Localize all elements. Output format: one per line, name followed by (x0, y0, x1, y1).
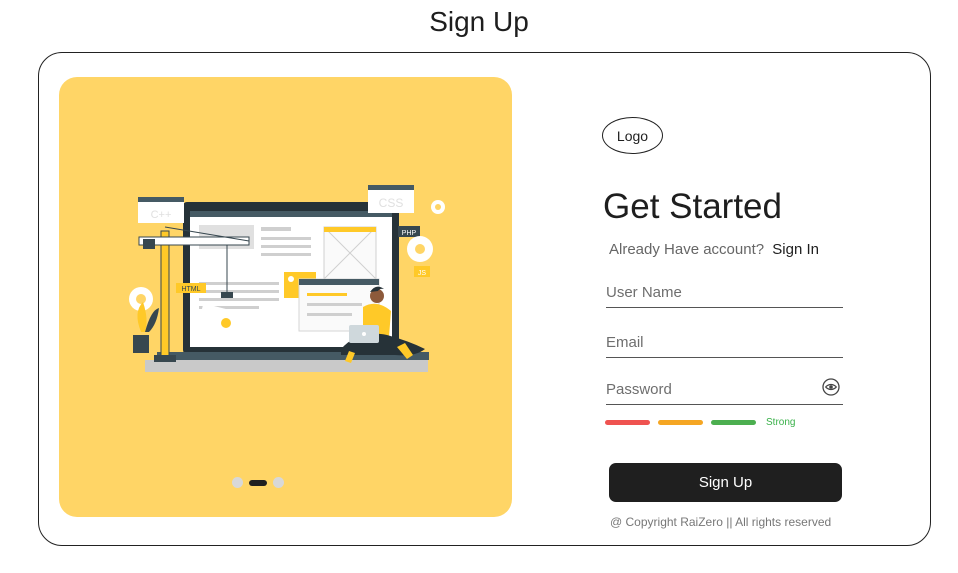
logo: Logo (602, 117, 663, 154)
strength-bar-3 (711, 420, 756, 425)
password-field (606, 375, 843, 405)
hero-panel: C++ CSS PHP HTML JS (59, 77, 512, 517)
account-prompt-text: Already Have account? (609, 241, 765, 258)
html-label: HTML (181, 286, 200, 293)
signin-link[interactable]: Sign In (772, 241, 819, 258)
carousel-dot-2-active[interactable] (249, 479, 267, 486)
cpp-label: C++ (151, 209, 172, 221)
copyright-text: @ Copyright RaiZero || All rights reserv… (610, 515, 832, 529)
username-field (606, 278, 843, 308)
form-heading: Get Started (603, 187, 782, 226)
js-label: JS (418, 270, 427, 277)
strength-label: Strong (766, 417, 796, 428)
password-strength-meter: Strong (605, 417, 795, 428)
eye-toggle-icon[interactable] (821, 377, 841, 397)
strength-bar-1 (605, 420, 650, 425)
developer-illustration: C++ CSS PHP HTML JS (129, 185, 445, 372)
email-field (606, 328, 843, 358)
email-input[interactable] (606, 328, 843, 357)
page-title: Sign Up (429, 6, 529, 37)
password-input[interactable] (606, 375, 843, 404)
php-label: PHP (402, 230, 417, 237)
username-input[interactable] (606, 278, 843, 307)
carousel-dot-1[interactable] (232, 477, 243, 488)
signup-button[interactable]: Sign Up (609, 463, 842, 502)
account-prompt-row: Already Have account? Sign In (609, 241, 819, 258)
strength-bar-2 (658, 420, 703, 425)
css-label: CSS (379, 196, 404, 210)
carousel-dot-3[interactable] (273, 477, 284, 488)
carousel-dots (232, 477, 284, 488)
signup-card: C++ CSS PHP HTML JS Logo Get Started Alr… (38, 52, 931, 546)
